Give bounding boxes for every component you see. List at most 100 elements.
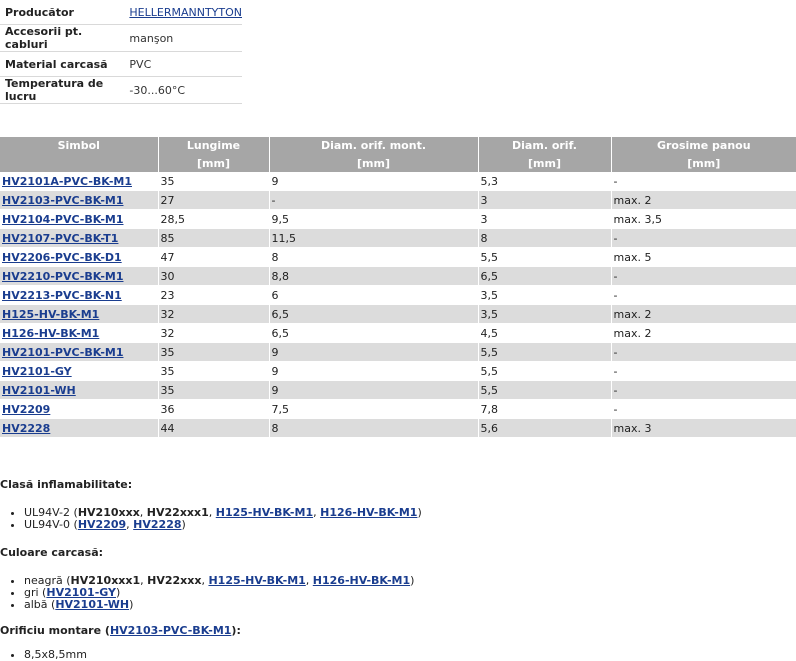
- table-cell: 9: [269, 361, 479, 381]
- table-cell: 7,5: [269, 399, 479, 419]
- table-cell: 5,3: [478, 172, 612, 191]
- table-cell: 6: [269, 285, 479, 305]
- property-label: Temperatura de lucru: [0, 76, 125, 104]
- product-link[interactable]: HV2209: [2, 403, 50, 416]
- table-cell: -: [611, 342, 796, 362]
- table-cell: 6,5: [269, 323, 479, 343]
- table-cell: 44: [158, 418, 270, 438]
- cell-simbol: HV2210-PVC-BK-M1: [0, 266, 159, 286]
- table-cell: 35: [158, 361, 270, 381]
- table-cell: max. 5: [611, 247, 796, 267]
- link-h126-hv-bk-m1[interactable]: H126-HV-BK-M1: [313, 574, 410, 587]
- table-cell: 9: [269, 342, 479, 362]
- product-link[interactable]: HV2101-GY: [2, 365, 72, 378]
- product-link[interactable]: HV2101-PVC-BK-M1: [2, 346, 123, 359]
- property-row: Temperatura de lucru -30...60°C: [0, 76, 242, 104]
- table-cell: 27: [158, 190, 270, 210]
- table-cell: 3,5: [478, 304, 612, 324]
- link-h125-hv-bk-m1[interactable]: H125-HV-BK-M1: [208, 574, 305, 587]
- cell-simbol: HV2103-PVC-BK-M1: [0, 190, 159, 210]
- table-row: HV2101-PVC-BK-M1 35 9 5,5-: [0, 342, 796, 362]
- product-link[interactable]: HV2228: [2, 422, 50, 435]
- table-cell: -: [611, 228, 796, 248]
- table-cell: 8: [269, 247, 479, 267]
- cell-simbol: HV2209: [0, 399, 159, 419]
- table-cell: 47: [158, 247, 270, 267]
- table-cell: 8,8: [269, 266, 479, 286]
- product-link[interactable]: HV2210-PVC-BK-M1: [2, 270, 123, 283]
- table-cell: 9: [269, 380, 479, 400]
- product-link[interactable]: HV2103-PVC-BK-M1: [2, 194, 123, 207]
- table-cell: -: [611, 361, 796, 381]
- table-cell: 32: [158, 323, 270, 343]
- mounting-list: 8,5x8,5mm: [0, 649, 796, 661]
- link-h126-hv-bk-m1[interactable]: H126-HV-BK-M1: [320, 506, 417, 519]
- col-header-grosime-panou: Grosime panou: [611, 137, 796, 154]
- product-link[interactable]: HV2107-PVC-BK-T1: [2, 232, 118, 245]
- table-cell: 5,5: [478, 380, 612, 400]
- property-row: Accesorii pt. cabluri manşon: [0, 24, 242, 52]
- table-cell: 3: [478, 190, 612, 210]
- table-cell: 28,5: [158, 209, 270, 229]
- table-cell: 35: [158, 380, 270, 400]
- cell-simbol: HV2101-WH: [0, 380, 159, 400]
- cell-simbol: HV2213-PVC-BK-N1: [0, 285, 159, 305]
- table-cell: 36: [158, 399, 270, 419]
- col-unit-lungime: [mm]: [158, 154, 270, 172]
- link-h125-hv-bk-m1[interactable]: H125-HV-BK-M1: [216, 506, 313, 519]
- product-link[interactable]: HV2213-PVC-BK-N1: [2, 289, 122, 302]
- table-row: HV2104-PVC-BK-M1 28,5 9,5 3 max. 3,5: [0, 209, 796, 229]
- property-label: Material carcasă: [0, 51, 125, 77]
- table-cell: 35: [158, 172, 270, 191]
- table-cell: 23: [158, 285, 270, 305]
- cell-simbol: HV2107-PVC-BK-T1: [0, 228, 159, 248]
- cell-simbol: HV2101-GY: [0, 361, 159, 381]
- product-link[interactable]: H126-HV-BK-M1: [2, 327, 99, 340]
- table-row: HV2209 36 7,5 7,8-: [0, 399, 796, 419]
- list-item: 8,5x8,5mm: [24, 649, 796, 661]
- cell-simbol: HV2206-PVC-BK-D1: [0, 247, 159, 267]
- col-header-lungime: Lungime: [158, 137, 270, 154]
- link-hv2209[interactable]: HV2209: [78, 518, 126, 531]
- color-list: neagră (HV210xxx1, HV22xxx, H125-HV-BK-M…: [0, 575, 796, 611]
- table-cell: max. 3,5: [611, 209, 796, 229]
- table-cell: 3,5: [478, 285, 612, 305]
- table-row: HV2101A-PVC-BK-M1 35 9 5,3-: [0, 172, 796, 191]
- col-unit-diam-orif: [mm]: [478, 154, 612, 172]
- table-row: HV2103-PVC-BK-M1 27-3 max. 2: [0, 190, 796, 210]
- product-link[interactable]: HV2104-PVC-BK-M1: [2, 213, 123, 226]
- property-label: Accesorii pt. cabluri: [0, 24, 125, 52]
- col-header-diam-orif-mont: Diam. orif. mont.: [269, 137, 479, 154]
- manufacturer-link[interactable]: HELLERMANNTYTON: [129, 6, 242, 19]
- col-header-diam-orif: Diam. orif.: [478, 137, 612, 154]
- table-cell: 5,6: [478, 418, 612, 438]
- table-cell: max. 3: [611, 418, 796, 438]
- table-cell: 5,5: [478, 247, 612, 267]
- table-cell: 35: [158, 342, 270, 362]
- product-link[interactable]: HV2101-WH: [2, 384, 76, 397]
- table-cell: -: [269, 190, 479, 210]
- table-cell: 5,5: [478, 361, 612, 381]
- table-row: HV2206-PVC-BK-D1 47 8 5,5 max. 5: [0, 247, 796, 267]
- table-cell: 7,8: [478, 399, 612, 419]
- property-value: HELLERMANNTYTON: [124, 0, 242, 25]
- link-hv2228[interactable]: HV2228: [133, 518, 181, 531]
- properties-table: Producător HELLERMANNTYTON Accesorii pt. c…: [0, 0, 242, 104]
- table-cell: -: [611, 399, 796, 419]
- product-link[interactable]: H125-HV-BK-M1: [2, 308, 99, 321]
- property-value: manşon: [124, 24, 242, 52]
- list-item: gri (HV2101-GY): [24, 587, 796, 599]
- table-cell: 6,5: [478, 266, 612, 286]
- flammability-list: UL94V-2 (HV210xxx, HV22xxx1, H125-HV-BK-…: [0, 507, 796, 531]
- cell-simbol: HV2101A-PVC-BK-M1: [0, 172, 159, 191]
- product-link[interactable]: HV2101A-PVC-BK-M1: [2, 175, 132, 188]
- product-link[interactable]: HV2206-PVC-BK-D1: [2, 251, 122, 264]
- table-cell: max. 2: [611, 304, 796, 324]
- products-table: Simbol Lungime Diam. orif. mont. Diam. o…: [0, 137, 796, 438]
- cell-simbol: HV2104-PVC-BK-M1: [0, 209, 159, 229]
- link-hv2101-wh[interactable]: HV2101-WH: [55, 598, 129, 611]
- table-cell: 32: [158, 304, 270, 324]
- link-hv2103-pvc-bk-m1[interactable]: HV2103-PVC-BK-M1: [110, 624, 231, 637]
- table-cell: 9: [269, 172, 479, 191]
- table-cell: max. 2: [611, 190, 796, 210]
